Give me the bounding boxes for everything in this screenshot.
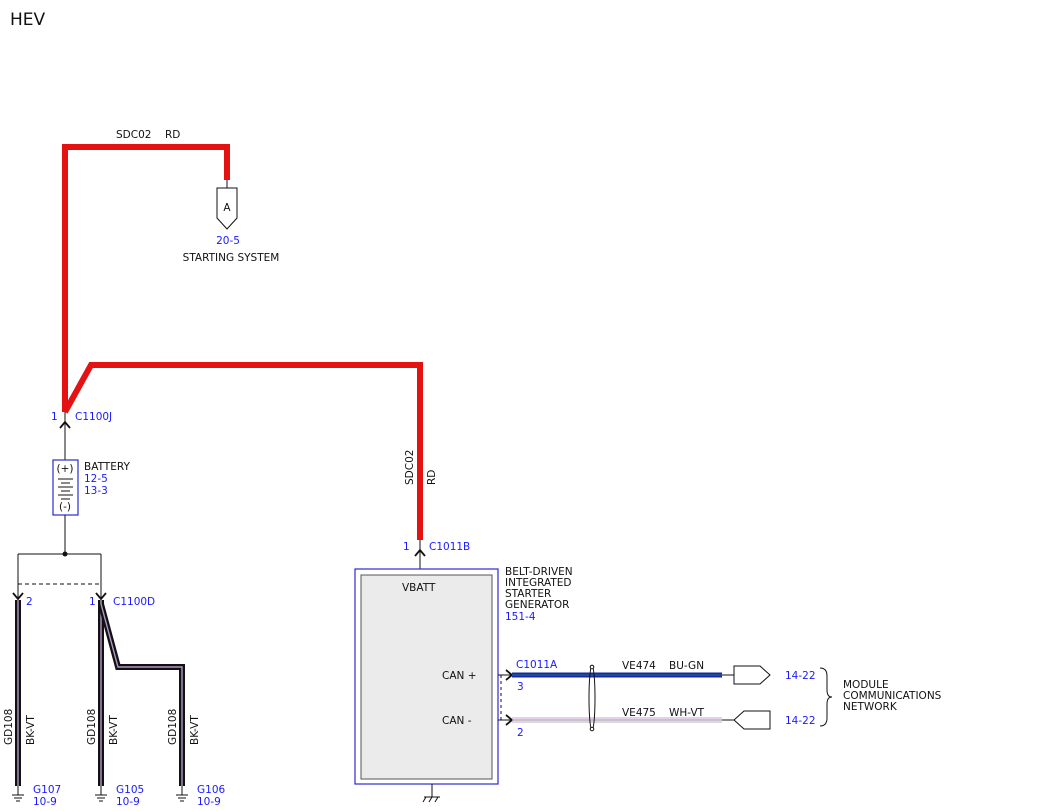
ground-1-circuit: GD108 bbox=[3, 709, 15, 745]
battery-minus: (-) bbox=[59, 501, 71, 513]
ground-icon bbox=[95, 786, 107, 802]
generator-can-plus-label: CAN + bbox=[442, 670, 477, 682]
ground-g107-ref[interactable]: 10-9 bbox=[33, 796, 57, 808]
wire-can-plus-circuit: VE474 bbox=[622, 660, 656, 672]
battery-ref-1[interactable]: 12-5 bbox=[84, 473, 108, 485]
ground-icon bbox=[176, 786, 188, 802]
network-label-line-3: NETWORK bbox=[843, 701, 898, 713]
page-title: HEV bbox=[10, 10, 46, 30]
c1011b-pin-number: 1 bbox=[403, 541, 410, 553]
battery-ref-2[interactable]: 13-3 bbox=[84, 485, 108, 497]
ground-g105-ref[interactable]: 10-9 bbox=[116, 796, 140, 808]
c1011a-pin-plus: 3 bbox=[517, 681, 524, 693]
c1100j-connector-link[interactable]: C1100J bbox=[75, 411, 112, 423]
wiring-diagram: HEV SDC02 RD A 20-5 STARTING SYSTEM SDC0… bbox=[3, 10, 942, 808]
battery-plus: (+) bbox=[57, 463, 74, 475]
c1100d-pin-right: 1 bbox=[89, 596, 96, 608]
ground-2-circuit: GD108 bbox=[86, 709, 98, 745]
ground-icon bbox=[12, 786, 24, 802]
c1100d-connector-link[interactable]: C1100D bbox=[113, 596, 155, 608]
ground-g107-name[interactable]: G107 bbox=[33, 784, 61, 796]
ground-g106-name[interactable]: G106 bbox=[197, 784, 225, 796]
generator-can-minus-label: CAN - bbox=[442, 715, 472, 727]
ground-3-color: BK-VT bbox=[189, 715, 201, 745]
wire-can-plus-color: BU-GN bbox=[669, 660, 704, 672]
generator-component[interactable] bbox=[354, 568, 499, 785]
wire-top-red-circuit: SDC02 bbox=[116, 129, 151, 141]
wire-can-minus-circuit: VE475 bbox=[622, 707, 656, 719]
c1011b-connector-link[interactable]: C1011B bbox=[429, 541, 470, 553]
ground-3-circuit: GD108 bbox=[167, 709, 179, 745]
ground-wire-3[interactable] bbox=[98, 603, 185, 786]
wire-generator-feed[interactable] bbox=[62, 362, 423, 540]
ground-g106-ref[interactable]: 10-9 bbox=[197, 796, 221, 808]
can-plus-network-connector[interactable] bbox=[733, 665, 771, 685]
wire-top-red-color: RD bbox=[165, 129, 180, 141]
starting-connector-letter: A bbox=[223, 202, 231, 214]
c1011b-pin-symbol[interactable] bbox=[414, 540, 426, 569]
generator-vbatt-label: VBATT bbox=[402, 582, 436, 594]
wire-gen-feed-circuit: SDC02 bbox=[404, 450, 416, 485]
can-minus-network-connector[interactable] bbox=[733, 710, 771, 730]
wire-gen-feed-color: RD bbox=[426, 470, 438, 485]
ground-icon bbox=[422, 784, 440, 803]
starting-system-label: STARTING SYSTEM bbox=[183, 252, 280, 264]
brace-icon bbox=[819, 667, 833, 727]
network-ref-plus[interactable]: 14-22 bbox=[785, 670, 816, 682]
battery-ground-bus bbox=[17, 515, 102, 600]
ground-1-color: BK-VT bbox=[25, 715, 37, 745]
c1011a-pin-minus: 2 bbox=[517, 727, 524, 739]
generator-name-line-4: GENERATOR bbox=[505, 599, 569, 611]
network-ref-minus[interactable]: 14-22 bbox=[785, 715, 816, 727]
c1011a-pin-symbols[interactable] bbox=[498, 669, 514, 726]
c1100j-pin-symbol[interactable] bbox=[59, 412, 71, 460]
ground-2-color: BK-VT bbox=[108, 715, 120, 745]
battery-label: BATTERY bbox=[84, 461, 130, 473]
ground-g105-name[interactable]: G105 bbox=[116, 784, 144, 796]
wire-can-minus-color: WH-VT bbox=[669, 707, 705, 719]
c1100j-pin-number: 1 bbox=[51, 411, 58, 423]
c1011a-connector-link[interactable]: C1011A bbox=[516, 659, 558, 671]
starting-system-page-link[interactable]: 20-5 bbox=[216, 235, 240, 247]
generator-page-link[interactable]: 151-4 bbox=[505, 611, 536, 623]
c1100d-pin-left: 2 bbox=[26, 596, 33, 608]
